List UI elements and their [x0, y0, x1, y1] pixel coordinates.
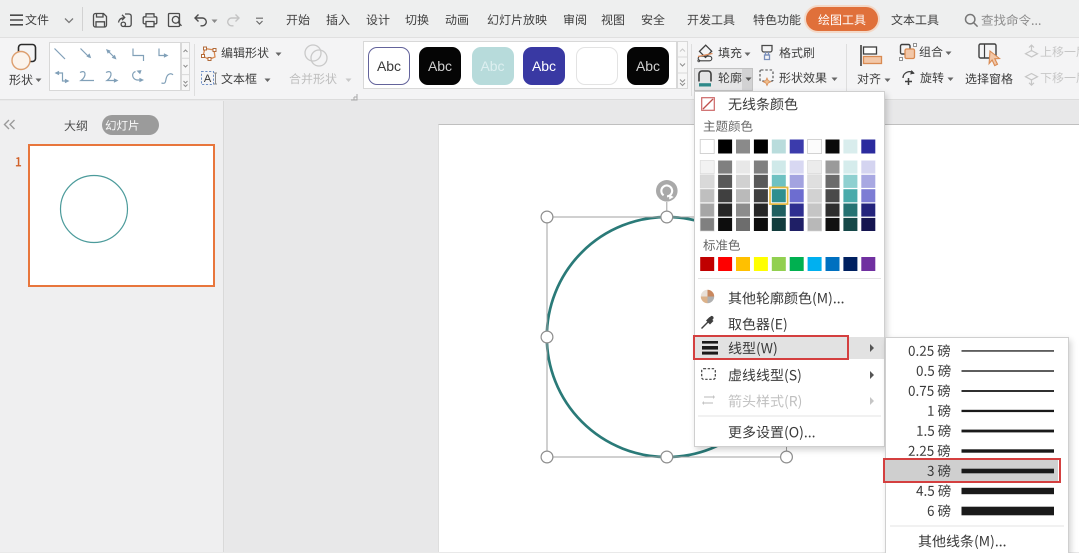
- svg-text:A: A: [204, 73, 212, 85]
